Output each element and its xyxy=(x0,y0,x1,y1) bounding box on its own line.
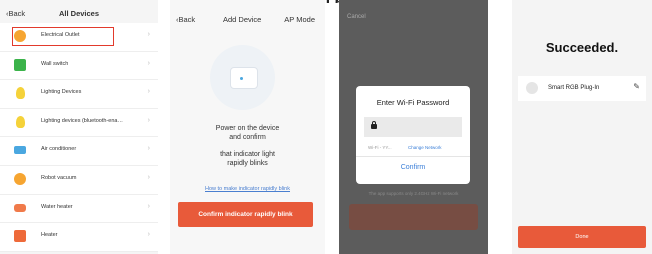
screen-wifi-password: Cancel Enter Wi-Fi Password Wi-Fi - YY..… xyxy=(339,0,488,254)
bulb-icon xyxy=(16,115,25,128)
dialog-title: Enter Wi-Fi Password xyxy=(376,98,450,107)
change-network-link[interactable]: Change Network xyxy=(408,145,442,150)
indicator-light-icon xyxy=(240,77,243,80)
success-title: Succeeded. xyxy=(545,40,619,55)
water-heater-icon xyxy=(14,203,26,212)
list-item-lighting-devices[interactable]: Lighting Devices › xyxy=(0,80,158,109)
cancel-button[interactable]: Cancel xyxy=(347,14,366,20)
chevron-right-icon: › xyxy=(147,88,150,96)
page-title: All Devices xyxy=(58,9,100,18)
ap-mode-button[interactable]: AP Mode xyxy=(284,15,315,24)
list-item-label: Electrical Outlet xyxy=(41,32,80,38)
list-item-electrical-outlet[interactable]: Electrical Outlet › xyxy=(0,23,158,52)
chevron-right-icon: › xyxy=(147,173,150,181)
outlet-icon xyxy=(14,30,26,42)
screen-all-devices: ‹Back All Devices Electrical Outlet › Wa… xyxy=(0,0,158,254)
done-button[interactable]: Done xyxy=(518,226,646,248)
list-item-robot-vacuum[interactable]: Robot vacuum › xyxy=(0,166,158,195)
air-conditioner-icon xyxy=(14,146,26,155)
wifi-password-dialog: Enter Wi-Fi Password Wi-Fi - YY... Chang… xyxy=(356,86,470,184)
wifi-network-name: Wi-Fi - YY... xyxy=(368,145,392,150)
page-title: Add Device xyxy=(223,15,262,24)
divider xyxy=(356,156,470,157)
device-avatar xyxy=(526,82,538,94)
wall-switch-icon xyxy=(14,58,26,71)
lock-icon xyxy=(371,121,377,129)
confirm-button[interactable]: Confirm xyxy=(356,164,470,171)
blurred-button xyxy=(349,204,478,230)
back-button[interactable]: ‹Back xyxy=(176,15,195,24)
list-item-water-heater[interactable]: Water heater › xyxy=(0,195,158,224)
confirm-blink-button[interactable]: Confirm indicator rapidly blink xyxy=(178,202,313,227)
help-link[interactable]: How to make indicator rapidly blink xyxy=(170,186,325,192)
pencil-icon[interactable]: ✎ xyxy=(633,82,640,91)
chevron-right-icon: › xyxy=(147,231,150,239)
list-item-label: Water heater xyxy=(41,203,73,210)
instruction-line: rapidly blinks xyxy=(227,160,268,167)
list-item-label: Heater xyxy=(41,232,58,239)
network-note: The app supports only 2.4GHz Wi-Fi netwo… xyxy=(368,191,459,196)
heater-icon xyxy=(14,230,26,243)
plug-icon xyxy=(230,67,258,89)
screen-add-device: ‹Back Add Device AP Mode Power on the de… xyxy=(170,0,325,254)
device-name: Smart RGB Plug-In xyxy=(548,85,600,91)
list-item-label: Lighting Devices xyxy=(41,89,82,96)
list-item-heater[interactable]: Heater › xyxy=(0,223,158,252)
device-row[interactable]: Smart RGB Plug-In ✎ xyxy=(518,76,646,101)
list-item-lighting-bluetooth[interactable]: Lighting devices (bluetooth-ena… › xyxy=(0,109,158,138)
instruction-line: and confirm xyxy=(229,134,266,141)
robot-vacuum-icon xyxy=(14,172,26,185)
instruction-line: Power on the device xyxy=(215,125,280,132)
screen-succeeded: Succeeded. Smart RGB Plug-In ✎ Done xyxy=(512,0,652,254)
nav-bar: ‹Back All Devices xyxy=(0,6,158,22)
list-item-label: Air conditioner xyxy=(41,146,77,153)
device-illustration xyxy=(210,45,275,110)
list-item-label: Lighting devices (bluetooth-ena… xyxy=(41,117,123,124)
list-item-wall-switch[interactable]: Wall switch › xyxy=(0,52,158,81)
chevron-right-icon: › xyxy=(147,145,150,153)
instruction-line: that indicator light xyxy=(220,151,275,158)
chevron-right-icon: › xyxy=(147,116,150,124)
chevron-right-icon: › xyxy=(147,59,150,67)
chevron-right-icon: › xyxy=(147,31,150,38)
list-item-air-conditioner[interactable]: Air conditioner › xyxy=(0,137,158,166)
device-category-list: Electrical Outlet › Wall switch › Lighti… xyxy=(0,23,158,252)
password-input[interactable] xyxy=(364,117,462,137)
list-item-label: Robot vacuum xyxy=(41,174,77,181)
chevron-right-icon: › xyxy=(147,202,150,210)
bulb-icon xyxy=(16,87,25,100)
list-item-label: Wall switch xyxy=(41,60,69,67)
